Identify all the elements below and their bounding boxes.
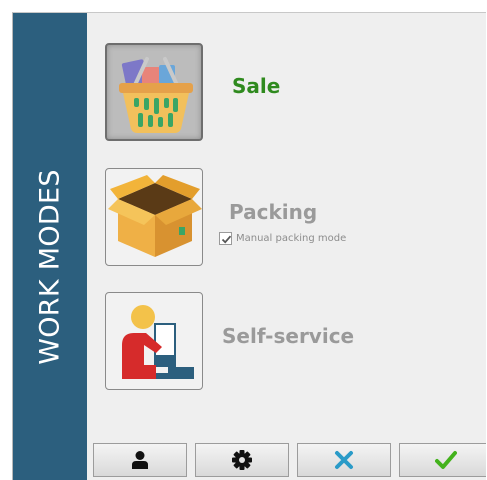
checkmark-icon: [435, 451, 457, 469]
sidebar-title: WORK MODES: [34, 169, 66, 365]
manual-packing-checkbox[interactable]: [219, 232, 232, 245]
sale-mode-button[interactable]: [105, 43, 203, 141]
settings-button[interactable]: [195, 443, 289, 477]
packing-mode-label[interactable]: Packing: [229, 200, 317, 224]
user-button[interactable]: [93, 443, 187, 477]
cancel-button[interactable]: [297, 443, 391, 477]
close-icon: [335, 451, 353, 469]
manual-packing-option[interactable]: Manual packing mode: [219, 232, 346, 245]
self-service-mode-button[interactable]: [105, 292, 203, 390]
work-modes-window: WORK MODES Sale Packing Manual packing m…: [12, 12, 486, 480]
manual-packing-label: Manual packing mode: [236, 233, 347, 244]
self-service-mode-label[interactable]: Self-service: [222, 324, 354, 348]
open-box-icon: [108, 175, 202, 257]
gear-icon: [232, 450, 252, 470]
checkmark-icon: [221, 235, 232, 244]
user-icon: [132, 451, 148, 469]
self-service-kiosk-icon: [122, 305, 194, 379]
confirm-button[interactable]: [399, 443, 486, 477]
packing-mode-button[interactable]: [105, 168, 203, 266]
sidebar: WORK MODES: [13, 13, 87, 480]
shopping-basket-icon: [119, 57, 193, 133]
sale-mode-label[interactable]: Sale: [232, 74, 280, 98]
